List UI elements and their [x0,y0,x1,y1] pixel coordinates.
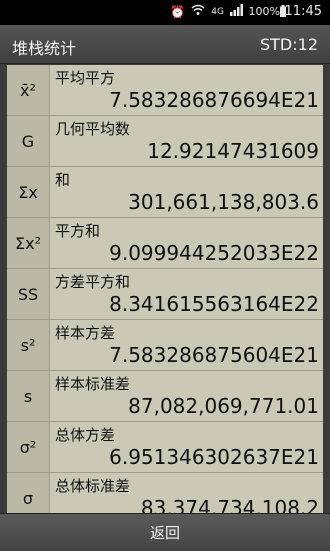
battery-percent: 100% [248,5,280,18]
row-name: 总体标准差 [55,477,131,495]
row-symbol: σ [7,473,50,513]
list-item[interactable]: G 几何平均数 12.92147431609 [7,116,323,167]
row-value: 87,082,069,771.01 [128,394,319,418]
row-symbol: σ² [7,422,50,472]
row-value: 7.583286876694E21 [109,88,319,112]
list-item[interactable]: SS 方差平方和 8.341615563164E22 [7,269,323,320]
row-value: 9.099944252033E22 [109,241,319,265]
statistics-list[interactable]: x̄² 平均平方 7.583286876694E21 G 几何平均数 12.92… [7,65,323,513]
row-name: 总体方差 [55,426,116,444]
list-item[interactable]: σ 总体标准差 83,374,734,108.2 [7,473,323,513]
row-value: 301,661,138,803.6 [128,190,319,214]
row-name: 样本标准差 [55,375,131,393]
dialog-title: 堆栈统计 [12,39,77,58]
back-button[interactable]: 返回 [0,514,330,551]
std-count-label: STD:12 [260,35,318,54]
list-item[interactable]: s² 样本方差 7.583286875604E21 [7,320,323,371]
row-symbol: G [7,116,50,166]
row-value: 7.583286875604E21 [109,343,319,367]
row-symbol: s [7,371,50,421]
dialog-button-bar: 返回 [0,513,330,551]
status-bar: ⏰ 4G 100% 11:45 [0,0,330,25]
status-icons: ⏰ 4G [170,4,244,20]
clock: 11:45 [284,4,322,19]
row-name: 平方和 [55,222,101,240]
row-name: 几何平均数 [55,120,131,138]
row-value: 8.341615563164E22 [109,292,319,316]
list-item[interactable]: s 样本标准差 87,082,069,771.01 [7,371,323,422]
row-symbol: Σx [7,167,50,217]
row-symbol: x̄² [7,65,50,115]
dialog-title-bar: 堆栈统计 STD:12 [0,25,330,64]
alarm-icon: ⏰ [170,5,186,19]
row-name: 平均平方 [55,69,116,87]
list-item[interactable]: x̄² 平均平方 7.583286876694E21 [7,65,323,116]
network-type-label: 4G [211,7,224,17]
list-item[interactable]: Σx² 平方和 9.099944252033E22 [7,218,323,269]
row-symbol: Σx² [7,218,50,268]
wifi-icon [191,4,205,20]
row-name: 和 [55,171,71,189]
row-name: 方差平方和 [55,273,131,291]
stack-statistics-dialog: 堆栈统计 STD:12 x̄² 平均平方 7.583286876694E21 G… [0,25,330,551]
row-symbol: SS [7,269,50,319]
row-value: 12.92147431609 [147,139,319,163]
row-value: 83,374,734,108.2 [140,496,319,513]
list-item[interactable]: σ² 总体方差 6.951346302637E21 [7,422,323,473]
row-symbol: s² [7,320,50,370]
list-item[interactable]: Σx 和 301,661,138,803.6 [7,167,323,218]
row-name: 样本方差 [55,324,116,342]
signal-icon [230,4,244,20]
row-value: 6.951346302637E21 [109,445,319,469]
